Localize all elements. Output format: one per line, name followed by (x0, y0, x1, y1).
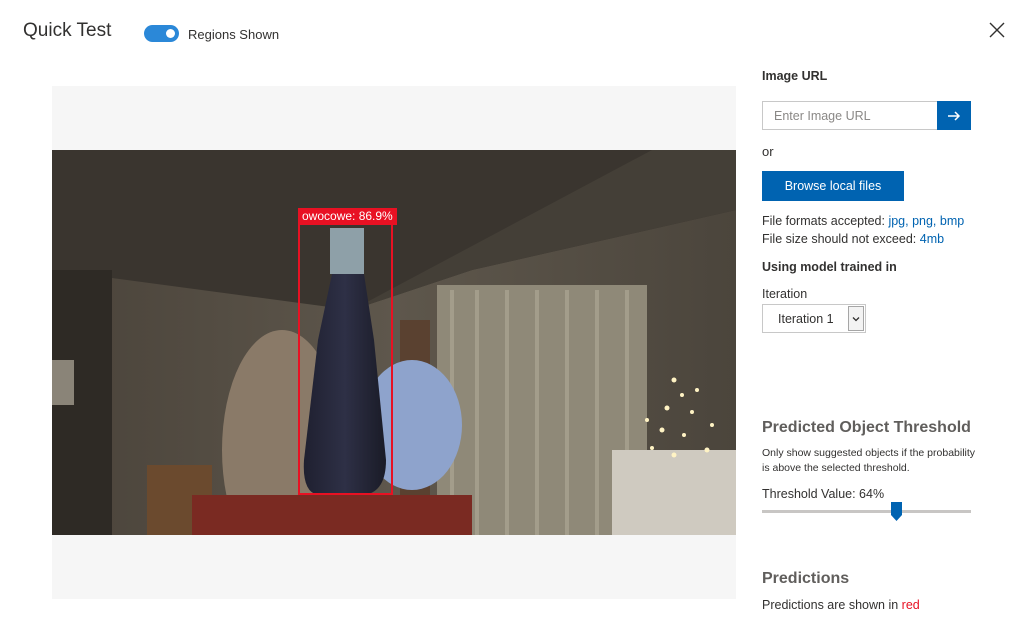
slider-thumb[interactable] (890, 502, 902, 521)
file-size-info: File size should not exceed: 4mb (762, 232, 944, 246)
image-preview-area: owocowe: 86.9% (52, 86, 736, 599)
chevron-down-icon (852, 316, 860, 321)
slider-fill (762, 510, 896, 513)
prediction-bounding-box (298, 223, 393, 495)
predictions-note: Predictions are shown in red (762, 598, 920, 612)
image-url-label: Image URL (762, 69, 828, 83)
page-title: Quick Test (23, 20, 112, 41)
submit-url-button[interactable] (937, 101, 971, 130)
image-url-input[interactable] (762, 101, 937, 130)
prediction-label: owocowe: 86.9% (298, 208, 397, 225)
file-formats-value: jpg, png, bmp (888, 214, 965, 228)
regions-toggle-label: Regions Shown (188, 27, 280, 42)
dropdown-arrow (848, 306, 864, 331)
predictions-heading: Predictions (762, 570, 850, 587)
file-size-prefix: File size should not exceed: (762, 232, 917, 246)
test-image: owocowe: 86.9% (52, 150, 736, 535)
model-label: Using model trained in (762, 260, 897, 274)
arrow-right-icon (948, 110, 961, 121)
predictions-color-word: red (901, 598, 920, 612)
close-icon (989, 22, 1005, 38)
file-formats-info: File formats accepted: jpg, png, bmp (762, 214, 964, 228)
file-formats-prefix: File formats accepted: (762, 214, 885, 228)
browse-local-files-button[interactable]: Browse local files (762, 171, 904, 201)
threshold-value-text: Threshold Value: 64% (762, 487, 885, 501)
file-size-value: 4mb (919, 232, 945, 246)
threshold-description: Only show suggested objects if the proba… (762, 447, 976, 474)
regions-toggle[interactable] (144, 25, 179, 42)
iteration-select-value: Iteration 1 (778, 312, 834, 326)
predictions-note-prefix: Predictions are shown in (762, 598, 899, 612)
threshold-heading: Predicted Object Threshold (762, 419, 971, 436)
iteration-label: Iteration (762, 287, 808, 301)
threshold-slider[interactable] (762, 502, 971, 521)
or-text: or (762, 144, 774, 159)
close-button[interactable] (985, 18, 1009, 42)
toggle-knob (166, 29, 175, 38)
iteration-select[interactable]: Iteration 1 (762, 304, 866, 333)
